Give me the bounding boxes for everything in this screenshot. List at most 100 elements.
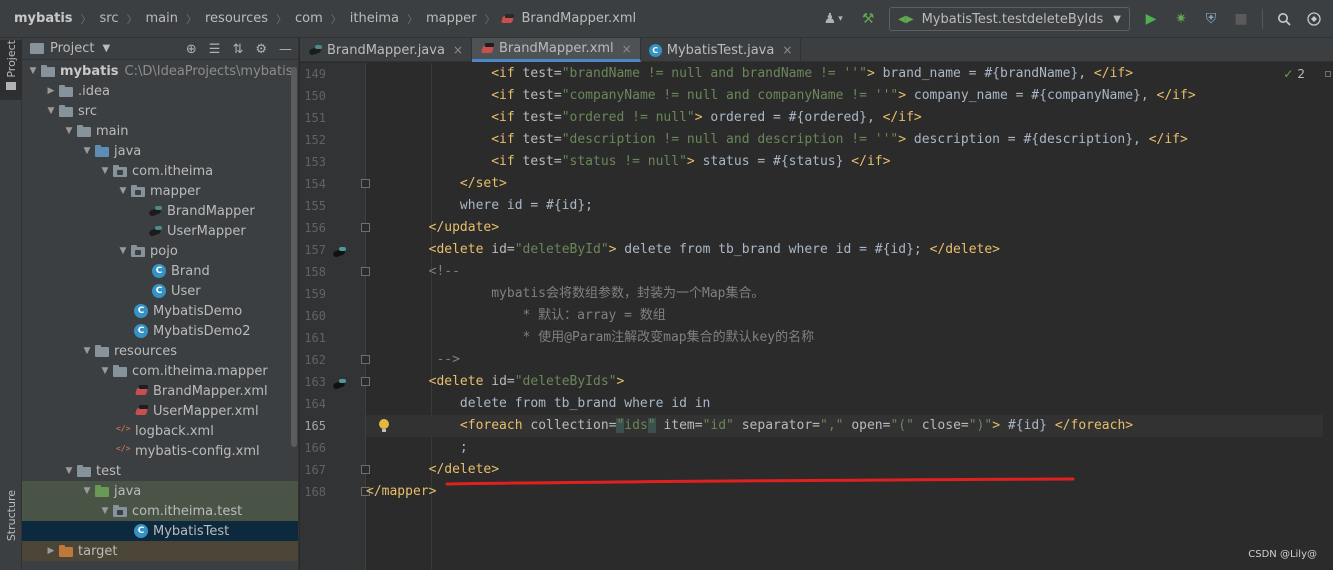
tree-item-user[interactable]: C User bbox=[22, 281, 298, 301]
close-icon[interactable]: × bbox=[453, 43, 463, 57]
chevron-right-icon: ▶ bbox=[47, 546, 55, 556]
line-number-current: 165 bbox=[304, 419, 326, 433]
editor-scrollbar[interactable] bbox=[1323, 63, 1333, 570]
tree-item-main[interactable]: ▼ main bbox=[22, 121, 298, 141]
code-line-current[interactable]: <foreach collection="ids" item="id" sepa… bbox=[366, 415, 1333, 437]
tree-item-mybatis[interactable]: ▼ mybatis C:\D\IdeaProjects\mybatis bbox=[22, 61, 298, 81]
tree-item-usermapper-xml[interactable]: UserMapper.xml bbox=[22, 401, 298, 421]
chevron-down-icon[interactable]: ▼ bbox=[102, 43, 110, 54]
breadcrumb-item-itheima[interactable]: itheima bbox=[348, 11, 401, 26]
code-line[interactable]: <!-- bbox=[366, 261, 1333, 283]
search-icon[interactable] bbox=[1271, 6, 1297, 32]
chevron-down-icon: ▼ bbox=[65, 126, 73, 136]
minimize-icon[interactable]: — bbox=[279, 42, 292, 57]
tree-scrollbar[interactable] bbox=[290, 61, 298, 531]
collapse-icon[interactable]: ☰ bbox=[209, 42, 221, 57]
line-number: 163 bbox=[304, 375, 326, 389]
breadcrumb-item-mapper[interactable]: mapper bbox=[424, 11, 478, 26]
tree-item-mybatistest[interactable]: C MybatisTest bbox=[22, 521, 298, 541]
tree-item-mybatisdemo[interactable]: C MybatisDemo bbox=[22, 301, 298, 321]
breadcrumb-item-src[interactable]: src bbox=[98, 11, 121, 26]
debug-icon[interactable]: ✷ bbox=[1168, 6, 1194, 32]
code-line[interactable]: * 使用@Param注解改变map集合的默认key的名称 bbox=[366, 327, 1333, 349]
project-tool-tab[interactable]: Project bbox=[0, 40, 22, 100]
target-icon[interactable]: ⊕ bbox=[186, 42, 197, 57]
code-line[interactable]: <if test="brandName != null and brandNam… bbox=[366, 63, 1333, 85]
tree-item-idea[interactable]: ▶ .idea bbox=[22, 81, 298, 101]
tree-item-test-java[interactable]: ▼ java bbox=[22, 481, 298, 501]
structure-tool-label: Structure bbox=[4, 490, 18, 542]
mybatis-navigate-icon[interactable] bbox=[332, 245, 348, 259]
code-line[interactable]: <if test="ordered != null"> ordered = #{… bbox=[366, 107, 1333, 129]
code-line[interactable]: mybatis会将数组参数，封装为一个Map集合。 bbox=[366, 283, 1333, 305]
tree-item-test[interactable]: ▼ test bbox=[22, 461, 298, 481]
code-line[interactable]: where id = #{id}; bbox=[366, 195, 1333, 217]
chevron-down-icon: ▼ bbox=[101, 506, 109, 516]
tree-item-com-itheima-test[interactable]: ▼ com.itheima.test bbox=[22, 501, 298, 521]
tab-brandmapper-xml[interactable]: BrandMapper.xml × bbox=[472, 38, 641, 62]
breadcrumb-item-file[interactable]: BrandMapper.xml bbox=[501, 11, 638, 26]
inspection-widget[interactable]: ✓ 2 bbox=[1283, 67, 1305, 81]
code-line[interactable]: <if test="description != null and descri… bbox=[366, 129, 1333, 151]
code-line[interactable]: </set> bbox=[366, 173, 1333, 195]
code-line[interactable]: <delete id="deleteById"> delete from tb_… bbox=[366, 239, 1333, 261]
tree-item-src[interactable]: ▼ src bbox=[22, 101, 298, 121]
tree-item-usermapper[interactable]: UserMapper bbox=[22, 221, 298, 241]
tree-item-java[interactable]: ▼ java bbox=[22, 141, 298, 161]
toolbar: ♟ ▾ ⚒ ◀▶ MybatisTest.testdeleteByIds ▼ ▶ … bbox=[813, 0, 1333, 38]
code-line[interactable]: <delete id="deleteByIds"> bbox=[366, 371, 1333, 393]
line-gutter[interactable]: 149 150 151 152 153 154 155 156 157 158 … bbox=[300, 63, 370, 570]
lightbulb-icon[interactable] bbox=[378, 418, 390, 434]
tree-item-brand[interactable]: C Brand bbox=[22, 261, 298, 281]
breadcrumb-item-main[interactable]: main bbox=[144, 11, 180, 26]
line-number: 166 bbox=[304, 441, 326, 455]
tree-item-mybatis-config-xml[interactable]: mybatis-config.xml bbox=[22, 441, 298, 461]
chevron-down-icon: ▼ bbox=[83, 146, 91, 156]
code-editor[interactable]: 149 150 151 152 153 154 155 156 157 158 … bbox=[300, 63, 1333, 570]
breadcrumb-item-com[interactable]: com bbox=[293, 11, 325, 26]
close-icon[interactable]: × bbox=[622, 42, 632, 56]
expand-icon[interactable]: ⇅ bbox=[232, 42, 243, 57]
tree-item-pojo[interactable]: ▼ pojo bbox=[22, 241, 298, 261]
breadcrumb-item-project[interactable]: mybatis bbox=[12, 11, 75, 26]
code-line[interactable]: delete from tb_brand where id in bbox=[366, 393, 1333, 415]
code-text[interactable]: <if test="brandName != null and brandNam… bbox=[366, 63, 1333, 570]
tree-item-mybatisdemo2[interactable]: C MybatisDemo2 bbox=[22, 321, 298, 341]
tab-mybatistest-java[interactable]: C MybatisTest.java × bbox=[641, 38, 802, 62]
run-configuration-select[interactable]: ◀▶ MybatisTest.testdeleteByIds ▼ bbox=[889, 7, 1130, 31]
folder-icon bbox=[76, 124, 92, 138]
ide-logo-icon[interactable] bbox=[1301, 6, 1327, 32]
stop-icon[interactable]: ■ bbox=[1228, 6, 1254, 32]
tab-brandmapper-java[interactable]: BrandMapper.java × bbox=[300, 38, 472, 62]
hammer-icon[interactable]: ⚒ bbox=[855, 6, 881, 32]
tree-item-target[interactable]: ▶ target bbox=[22, 541, 298, 561]
tree-item-mapper[interactable]: ▼ mapper bbox=[22, 181, 298, 201]
close-icon[interactable]: × bbox=[782, 43, 792, 57]
line-number: 155 bbox=[304, 199, 326, 213]
breadcrumb-item-resources[interactable]: resources bbox=[203, 11, 270, 26]
tree-item-com-itheima-mapper[interactable]: ▼ com.itheima.mapper bbox=[22, 361, 298, 381]
user-icon[interactable]: ♟ ▾ bbox=[815, 6, 851, 32]
mybatis-navigate-icon[interactable] bbox=[332, 377, 348, 391]
project-panel-title[interactable]: Project bbox=[50, 41, 94, 56]
line-number: 158 bbox=[304, 265, 326, 279]
project-tree: ▼ mybatis C:\D\IdeaProjects\mybatis ▶ .idea… bbox=[22, 61, 298, 561]
structure-tool-tab[interactable]: Structure bbox=[0, 490, 22, 570]
red-annotation-underline bbox=[445, 477, 1075, 486]
code-line[interactable]: <if test="companyName != null and compan… bbox=[366, 85, 1333, 107]
tree-item-resources[interactable]: ▼ resources bbox=[22, 341, 298, 361]
tree-item-brandmapper[interactable]: BrandMapper bbox=[22, 201, 298, 221]
tree-item-com-itheima[interactable]: ▼ com.itheima bbox=[22, 161, 298, 181]
code-line[interactable]: --> bbox=[366, 349, 1333, 371]
code-line[interactable]: </update> bbox=[366, 217, 1333, 239]
run-icon[interactable]: ▶ bbox=[1138, 6, 1164, 32]
code-line[interactable]: <if test="status != null"> status = #{st… bbox=[366, 151, 1333, 173]
line-number: 153 bbox=[304, 155, 326, 169]
code-line[interactable]: * 默认：array = 数组 bbox=[366, 305, 1333, 327]
coverage-icon[interactable]: ⛨ bbox=[1198, 6, 1224, 32]
chevron-right-icon: ▶ bbox=[47, 86, 55, 96]
code-line[interactable]: ; bbox=[366, 437, 1333, 459]
gear-icon[interactable]: ⚙ bbox=[255, 42, 267, 57]
tree-item-logback-xml[interactable]: logback.xml bbox=[22, 421, 298, 441]
tree-item-brandmapper-xml[interactable]: BrandMapper.xml bbox=[22, 381, 298, 401]
